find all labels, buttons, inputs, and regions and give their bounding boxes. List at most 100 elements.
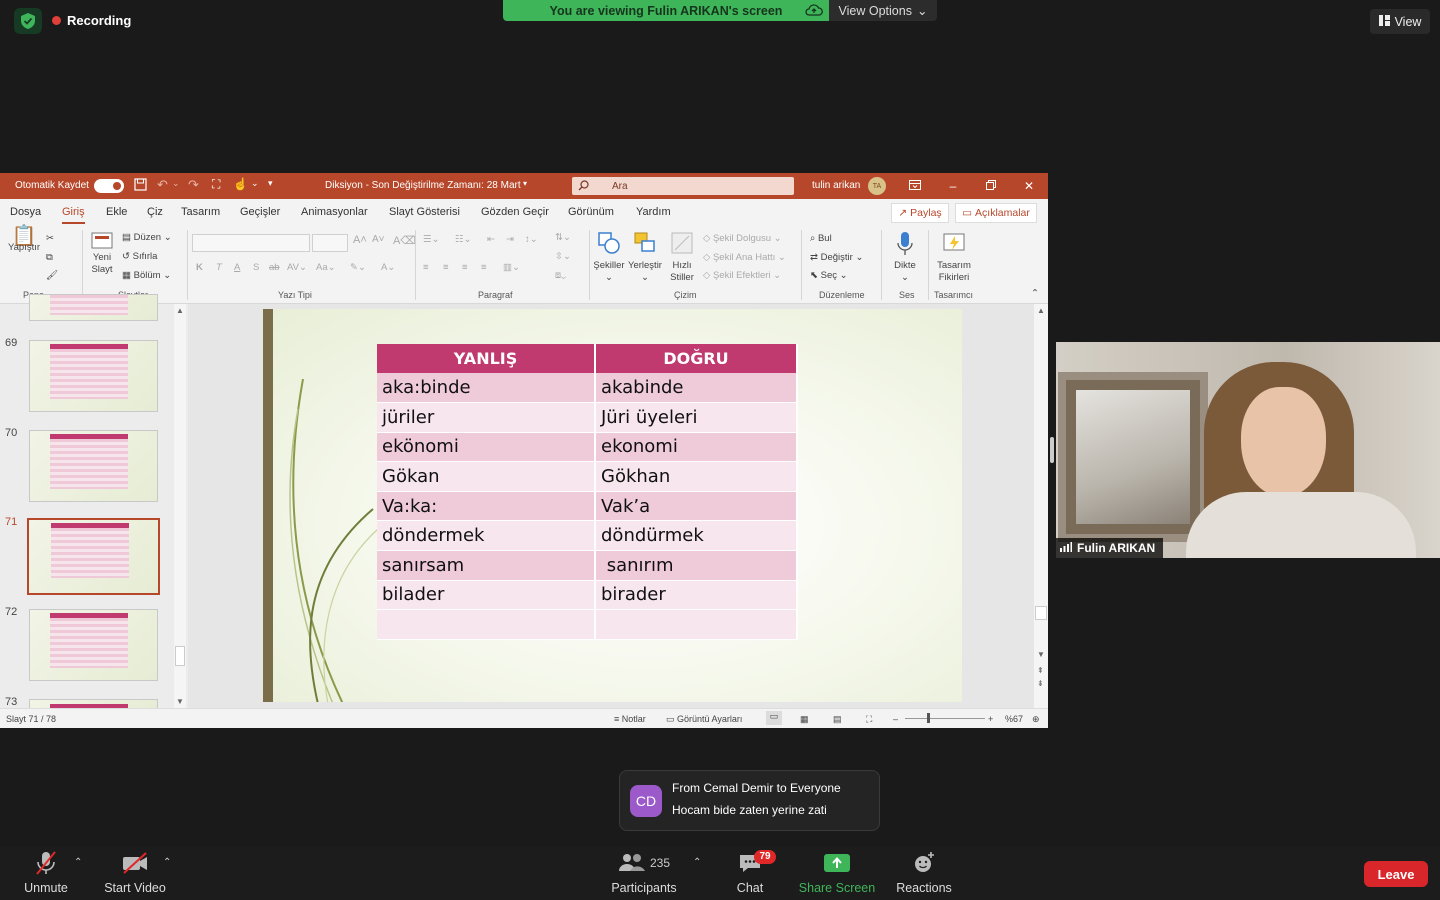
replace-button[interactable]: ⇄ Değiştir ⌄: [810, 252, 863, 263]
customize-toolbar-icon[interactable]: ▾: [268, 178, 273, 189]
change-case-icon[interactable]: Aa⌄: [316, 262, 336, 273]
decrease-font-icon[interactable]: A˅: [372, 234, 385, 245]
participants-button[interactable]: 235 Participants: [606, 847, 682, 900]
char-spacing-icon[interactable]: AV⌄: [287, 262, 307, 273]
font-family-select[interactable]: [192, 234, 310, 252]
close-icon[interactable]: ✕: [1021, 178, 1037, 194]
shape-fill-button[interactable]: ◇ Şekil Dolgusu ⌄: [703, 233, 782, 244]
current-slide[interactable]: YANLIŞ DOĞRU aka:binde akabinde jüriler Jü…: [263, 309, 962, 702]
slide-scrollbar[interactable]: ▲ ▼ ⇞ ⇟: [1034, 304, 1048, 708]
cut-icon[interactable]: ✂: [46, 233, 54, 244]
tab-gorunum[interactable]: Görünüm: [568, 206, 614, 218]
bullets-icon[interactable]: ☰⌄: [423, 234, 439, 245]
split-view-divider[interactable]: [1050, 437, 1054, 463]
tab-giris[interactable]: Giriş: [62, 206, 85, 224]
collapse-ribbon-icon[interactable]: ⌃: [1031, 288, 1039, 299]
view-button[interactable]: View: [1370, 9, 1430, 34]
increase-indent-icon[interactable]: ⇥: [506, 234, 514, 245]
start-video-button[interactable]: Start Video: [98, 847, 172, 900]
shape-outline-button[interactable]: ◇ Şekil Ana Hattı ⌄: [703, 252, 786, 263]
zoom-slider-thumb[interactable]: [927, 713, 930, 723]
user-name[interactable]: tulin arikan: [812, 180, 860, 191]
tab-ciz[interactable]: Çiz: [147, 206, 163, 218]
scroll-down-icon[interactable]: ▼: [176, 697, 184, 706]
shape-effects-button[interactable]: ◇ Şekil Efektleri ⌄: [703, 270, 781, 281]
restore-icon[interactable]: [983, 178, 999, 194]
font-size-select[interactable]: [312, 234, 348, 252]
tab-tasarim[interactable]: Tasarım: [181, 206, 220, 218]
line-spacing-icon[interactable]: ↕⌄: [525, 234, 538, 245]
paste-button[interactable]: 📋 Yapıştır: [8, 226, 40, 254]
ribbon-display-options-icon[interactable]: [907, 178, 923, 194]
zoom-slider[interactable]: [905, 718, 985, 719]
numbering-icon[interactable]: ☷⌄: [455, 234, 471, 245]
save-icon[interactable]: [134, 178, 147, 194]
slide-thumbnail[interactable]: [29, 294, 158, 321]
video-options-chevron-icon[interactable]: ⌃: [163, 857, 171, 868]
new-slide-button[interactable]: Yeni Slayt: [86, 230, 118, 276]
design-ideas-button[interactable]: Tasarım Fikirleri: [932, 230, 976, 284]
tab-yardim[interactable]: Yardım: [636, 206, 671, 218]
redo-icon[interactable]: ↷: [188, 177, 199, 193]
section-button[interactable]: ▦ Bölüm ⌄: [122, 270, 171, 281]
zoom-in-icon[interactable]: +: [988, 714, 993, 724]
previous-slide-icon[interactable]: ⇞: [1037, 666, 1044, 675]
bold-icon[interactable]: K: [196, 262, 203, 273]
font-color-icon[interactable]: A⌄: [381, 262, 395, 273]
shapes-button[interactable]: Şekiller ⌄: [592, 230, 626, 284]
zoom-out-icon[interactable]: –: [893, 714, 898, 724]
highlight-icon[interactable]: ✎⌄: [350, 262, 366, 273]
document-title[interactable]: Diksiyon - Son Değiştirilme Zamanı: 28 M…: [325, 180, 521, 191]
copy-icon[interactable]: ⧉: [46, 252, 53, 263]
align-center-icon[interactable]: ≡: [443, 262, 449, 273]
italic-icon[interactable]: T: [216, 262, 222, 273]
leave-button[interactable]: Leave: [1364, 861, 1428, 887]
participants-options-chevron-icon[interactable]: ⌃: [693, 857, 701, 868]
slide-thumbnail[interactable]: [29, 340, 158, 412]
slide-thumbnail[interactable]: [29, 430, 158, 502]
find-button[interactable]: ⌕ Bul: [810, 233, 832, 244]
participant-video[interactable]: [1056, 342, 1440, 558]
underline-icon[interactable]: A: [234, 262, 240, 273]
scrollbar-thumb[interactable]: [1035, 606, 1047, 620]
dictate-button[interactable]: Dikte ⌄: [888, 230, 922, 284]
scroll-up-icon[interactable]: ▲: [1037, 306, 1045, 315]
strikethrough-icon[interactable]: ab: [269, 262, 280, 273]
undo-dropdown-icon[interactable]: ⌄: [172, 178, 180, 189]
recording-indicator[interactable]: Recording: [52, 13, 131, 28]
minimize-icon[interactable]: –: [945, 178, 961, 194]
touch-mode-icon[interactable]: ☝: [233, 177, 248, 191]
view-options-button[interactable]: View Options ⌄: [829, 0, 937, 21]
present-from-start-icon[interactable]: ⛶: [212, 177, 220, 192]
audio-options-chevron-icon[interactable]: ⌃: [74, 857, 82, 868]
slide-thumbnail-selected[interactable]: [27, 518, 160, 595]
decrease-indent-icon[interactable]: ⇤: [487, 234, 495, 245]
reading-view-icon[interactable]: ▤: [833, 714, 842, 725]
scrollbar-thumb[interactable]: [175, 646, 185, 666]
text-direction-icon[interactable]: ⇅⌄: [555, 232, 571, 243]
tab-animasyonlar[interactable]: Animasyonlar: [301, 206, 368, 218]
align-text-icon[interactable]: ⇳⌄: [555, 251, 571, 262]
autosave-toggle[interactable]: [94, 179, 124, 193]
clear-formatting-icon[interactable]: A⌫: [393, 234, 416, 247]
select-button[interactable]: ⬉ Seç ⌄: [810, 270, 848, 281]
share-screen-button[interactable]: Share Screen: [796, 847, 878, 900]
tab-gecisler[interactable]: Geçişler: [240, 206, 280, 218]
slideshow-icon[interactable]: ⛶: [866, 714, 872, 725]
align-left-icon[interactable]: ≡: [423, 262, 429, 273]
notes-button[interactable]: ≡ Notlar: [614, 714, 646, 724]
scroll-down-icon[interactable]: ▼: [1037, 650, 1045, 659]
slide-sorter-icon[interactable]: ▦: [800, 714, 809, 725]
search-input[interactable]: Ara: [572, 177, 794, 195]
normal-view-icon[interactable]: ▭: [766, 711, 782, 725]
reset-button[interactable]: ↺ Sıfırla: [122, 251, 157, 262]
security-shield-icon[interactable]: [14, 8, 42, 34]
title-dropdown-icon[interactable]: ▾: [523, 179, 527, 188]
unmute-button[interactable]: Unmute: [18, 847, 74, 900]
smartart-icon[interactable]: ⧈⌄: [555, 270, 566, 281]
slide-thumbnail[interactable]: [29, 609, 158, 681]
chat-notification[interactable]: CD From Cemal Demir to Everyone Hocam bi…: [619, 770, 880, 831]
tab-slayt-gosterisi[interactable]: Slayt Gösterisi: [389, 206, 460, 218]
fit-to-window-icon[interactable]: ⊕: [1032, 714, 1040, 725]
justify-icon[interactable]: ≡: [481, 262, 487, 273]
